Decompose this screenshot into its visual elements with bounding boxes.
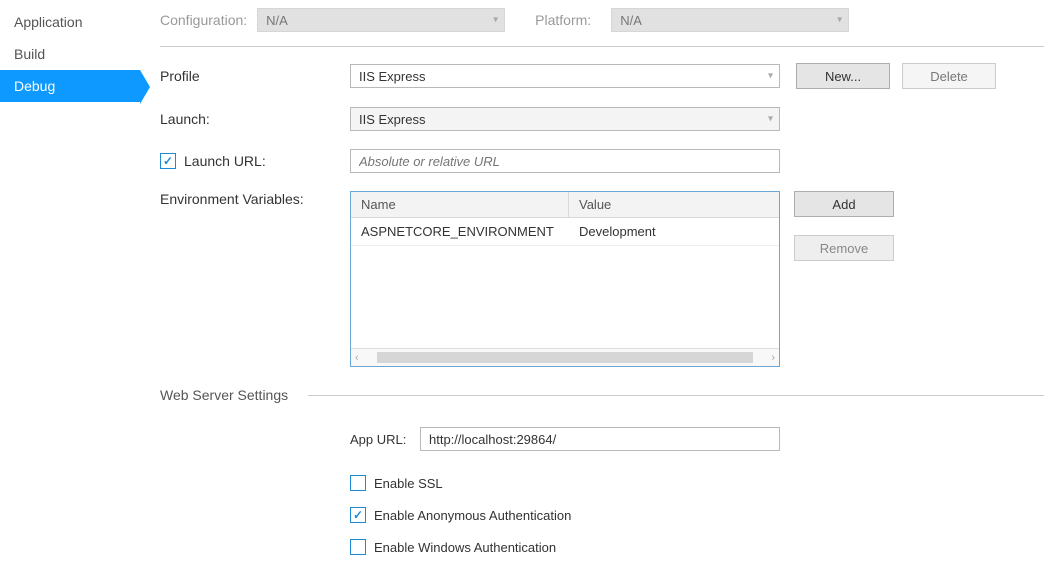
platform-label: Platform: <box>535 12 591 28</box>
env-table-body: ASPNETCORE_ENVIRONMENT Development <box>351 218 779 348</box>
scrollbar-thumb[interactable] <box>377 352 753 363</box>
sidebar-item-application[interactable]: Application <box>0 6 140 38</box>
enable-win-label: Enable Windows Authentication <box>374 540 556 555</box>
configuration-label: Configuration: <box>160 12 247 28</box>
new-profile-button[interactable]: New... <box>796 63 890 89</box>
webserver-heading: Web Server Settings <box>160 387 288 403</box>
enable-ssl-row: Enable SSL <box>350 475 1044 491</box>
env-label: Environment Variables: <box>160 191 350 207</box>
profile-row: Profile IIS Express ▾ New... Delete <box>160 63 1044 89</box>
app-url-input[interactable] <box>420 427 780 451</box>
env-row: Environment Variables: Name Value ASPNET… <box>160 191 1044 367</box>
env-add-button[interactable]: Add <box>794 191 894 217</box>
env-col-name: Name <box>351 192 569 217</box>
chevron-down-icon: ▾ <box>768 71 773 82</box>
webserver-section-header: Web Server Settings <box>160 387 1044 403</box>
launch-label: Launch: <box>160 111 350 127</box>
env-table[interactable]: Name Value ASPNETCORE_ENVIRONMENT Develo… <box>350 191 780 367</box>
env-cell-value: Development <box>569 218 779 245</box>
enable-anon-label: Enable Anonymous Authentication <box>374 508 571 523</box>
enable-ssl-checkbox[interactable] <box>350 475 366 491</box>
env-table-row[interactable]: ASPNETCORE_ENVIRONMENT Development <box>351 218 779 246</box>
launch-dropdown[interactable]: IIS Express ▾ <box>350 107 780 131</box>
launch-row: Launch: IIS Express ▾ <box>160 107 1044 131</box>
env-scrollbar[interactable]: ‹ › <box>351 348 779 366</box>
scroll-left-icon[interactable]: ‹ <box>355 352 359 364</box>
app-url-label: App URL: <box>350 432 420 447</box>
configuration-dropdown: N/A ▾ <box>257 8 505 32</box>
sidebar-item-label: Application <box>14 14 83 30</box>
divider <box>308 395 1044 396</box>
launch-url-checkbox[interactable] <box>160 153 176 169</box>
sidebar-item-label: Build <box>14 46 45 62</box>
chevron-down-icon: ▾ <box>768 114 773 125</box>
sidebar: Application Build Debug <box>0 0 140 581</box>
env-table-header: Name Value <box>351 192 779 218</box>
profile-label: Profile <box>160 68 350 84</box>
app-url-row: App URL: <box>350 427 1044 451</box>
launch-url-row: Launch URL: <box>160 149 1044 173</box>
main-panel: Configuration: N/A ▾ Platform: N/A ▾ Pro… <box>140 0 1064 581</box>
launch-url-label: Launch URL: <box>184 153 266 169</box>
env-remove-button[interactable]: Remove <box>794 235 894 261</box>
enable-win-row: Enable Windows Authentication <box>350 539 1044 555</box>
divider <box>160 46 1044 47</box>
configuration-value: N/A <box>266 13 288 28</box>
sidebar-item-debug[interactable]: Debug <box>0 70 140 102</box>
launch-url-label-wrap: Launch URL: <box>160 153 350 169</box>
sidebar-item-build[interactable]: Build <box>0 38 140 70</box>
platform-value: N/A <box>620 13 642 28</box>
chevron-down-icon: ▾ <box>837 15 842 26</box>
profile-dropdown[interactable]: IIS Express ▾ <box>350 64 780 88</box>
env-cell-name: ASPNETCORE_ENVIRONMENT <box>351 218 569 245</box>
enable-anon-checkbox[interactable] <box>350 507 366 523</box>
launch-url-input[interactable] <box>350 149 780 173</box>
env-buttons: Add Remove <box>794 191 894 261</box>
launch-value: IIS Express <box>359 112 425 127</box>
scroll-right-icon[interactable]: › <box>771 352 775 364</box>
enable-anon-row: Enable Anonymous Authentication <box>350 507 1044 523</box>
delete-profile-button[interactable]: Delete <box>902 63 996 89</box>
profile-value: IIS Express <box>359 69 425 84</box>
configuration-row: Configuration: N/A ▾ Platform: N/A ▾ <box>160 8 1044 32</box>
platform-dropdown: N/A ▾ <box>611 8 849 32</box>
enable-ssl-label: Enable SSL <box>374 476 443 491</box>
sidebar-item-label: Debug <box>14 78 55 94</box>
chevron-down-icon: ▾ <box>493 15 498 26</box>
enable-win-checkbox[interactable] <box>350 539 366 555</box>
env-block: Name Value ASPNETCORE_ENVIRONMENT Develo… <box>350 191 894 367</box>
env-col-value: Value <box>569 192 779 217</box>
